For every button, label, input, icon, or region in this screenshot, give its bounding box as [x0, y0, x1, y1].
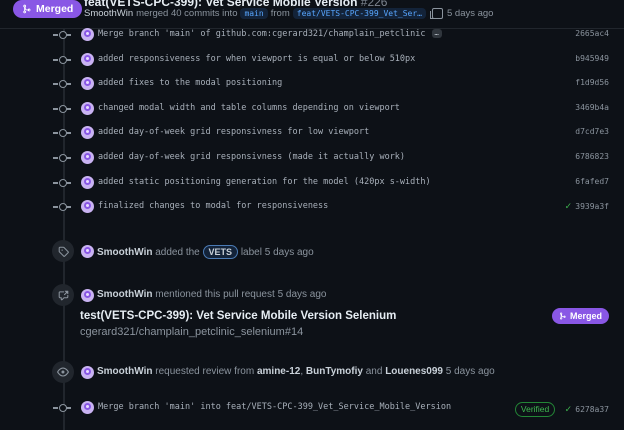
head-branch-link[interactable]: feat/VETS-CPC-399_Vet_Ser… — [292, 8, 426, 19]
avatar[interactable] — [81, 200, 94, 213]
git-commit-icon — [53, 154, 71, 162]
review-request-event: SmoothWin requested review from amine-12… — [0, 361, 624, 385]
merge-icon — [559, 312, 566, 320]
git-commit-icon — [53, 203, 71, 211]
commit-message[interactable]: added static positioning generation for … — [98, 177, 431, 187]
event-time[interactable]: 5 days ago — [265, 247, 314, 258]
from-text: from — [270, 8, 290, 19]
event-text: SmoothWin requested review from amine-12… — [97, 366, 495, 377]
expand-commit-button[interactable]: … — [431, 29, 442, 38]
commit-message[interactable]: changed modal width and table columns de… — [98, 103, 400, 113]
commit-sha[interactable]: 3469b4a — [575, 103, 609, 112]
avatar[interactable] — [81, 401, 94, 414]
commit-sha[interactable]: 6786823 — [575, 152, 609, 161]
commit-row: added static positioning generation for … — [0, 171, 624, 195]
git-commit-icon — [53, 80, 71, 88]
commit-row: finalized changes to modal for responsiv… — [0, 195, 624, 219]
avatar[interactable] — [81, 366, 94, 379]
git-commit-icon — [53, 129, 71, 137]
event-time[interactable]: 5 days ago — [446, 366, 495, 377]
commit-message[interactable]: Merge branch 'main' of github.com:cgerar… — [98, 29, 442, 39]
commit-row: added fixes to the modal positioning f1d… — [0, 72, 624, 96]
eye-icon — [52, 361, 74, 383]
git-commit-icon — [53, 31, 71, 39]
label-badge[interactable]: VETS — [202, 245, 239, 259]
avatar[interactable] — [81, 176, 94, 189]
avatar[interactable] — [81, 151, 94, 164]
referenced-pr-title[interactable]: test(VETS-CPC-399): Vet Service Mobile V… — [80, 310, 396, 322]
pr-meta: SmoothWin merged 40 commits into main fr… — [84, 8, 493, 19]
avatar[interactable] — [81, 126, 94, 139]
commit-row: added responsiveness for when viewport i… — [0, 48, 624, 72]
commit-message[interactable]: finalized changes to modal for responsiv… — [98, 201, 328, 211]
commit-sha[interactable]: b945949 — [575, 54, 609, 63]
git-commit-icon — [53, 105, 71, 113]
verified-badge[interactable]: Verified — [514, 402, 556, 417]
referenced-pr-status: Merged — [551, 308, 609, 324]
commit-row: Merge branch 'main' of github.com:cgerar… — [0, 23, 624, 47]
commit-row: added day-of-week grid responsivness for… — [0, 121, 624, 145]
commit-row: added day-of-week grid responsivness (ma… — [0, 146, 624, 170]
commit-sha[interactable]: ✓ 3939a3f — [565, 201, 609, 212]
check-icon[interactable]: ✓ — [565, 201, 571, 212]
commit-row: changed modal width and table columns de… — [0, 97, 624, 121]
merge-icon — [23, 4, 31, 14]
avatar[interactable] — [81, 53, 94, 66]
merge-text: merged 40 commits into — [136, 8, 238, 19]
reviewer-link[interactable]: Louenes099 — [385, 366, 443, 377]
copy-icon[interactable] — [429, 8, 443, 19]
commit-message[interactable]: added responsiveness for when viewport i… — [98, 54, 415, 64]
pr-author-link[interactable]: SmoothWin — [84, 8, 133, 19]
commit-sha[interactable]: f1d9d56 — [575, 78, 609, 87]
commit-sha[interactable]: 2665ac4 — [575, 29, 609, 38]
check-icon[interactable]: ✓ — [565, 404, 571, 415]
cross-reference-event: SmoothWin mentioned this pull request 5 … — [0, 284, 624, 344]
git-commit-icon — [53, 56, 71, 64]
event-time[interactable]: 5 days ago — [278, 289, 327, 300]
merged-status-badge: Merged — [13, 0, 83, 18]
commit-sha[interactable]: Verified ✓ 6278a37 — [514, 402, 609, 417]
event-text: SmoothWin added the VETS label 5 days ag… — [97, 245, 314, 259]
actor-link[interactable]: SmoothWin — [97, 366, 152, 377]
git-commit-icon — [53, 404, 71, 412]
cross-reference-icon — [52, 284, 74, 306]
base-branch-link[interactable]: main — [240, 8, 268, 19]
commit-sha[interactable]: d7cd7e3 — [575, 127, 609, 136]
commit-sha[interactable]: 6fafed7 — [575, 177, 609, 186]
avatar[interactable] — [81, 77, 94, 90]
avatar[interactable] — [81, 102, 94, 115]
commit-row: Merge branch 'main' into feat/VETS-CPC-3… — [0, 396, 624, 420]
event-text: SmoothWin mentioned this pull request 5 … — [97, 289, 327, 300]
commit-message[interactable]: added day-of-week grid responsivness (ma… — [98, 152, 405, 162]
actor-link[interactable]: SmoothWin — [97, 289, 152, 300]
tag-icon — [52, 240, 74, 262]
label-event: SmoothWin added the VETS label 5 days ag… — [0, 240, 624, 264]
commit-message[interactable]: added fixes to the modal positioning — [98, 78, 282, 88]
reviewer-link[interactable]: BunTymofiy — [306, 366, 363, 377]
reviewer-link[interactable]: amine-12 — [257, 366, 300, 377]
commit-message[interactable]: added day-of-week grid responsivness for… — [98, 127, 369, 137]
avatar[interactable] — [81, 289, 94, 302]
referenced-pr-repo[interactable]: cgerard321/champlain_petclinic_selenium#… — [80, 326, 303, 338]
commit-message[interactable]: Merge branch 'main' into feat/VETS-CPC-3… — [98, 402, 451, 412]
merged-status-label: Merged — [36, 3, 74, 15]
avatar[interactable] — [81, 28, 94, 41]
actor-link[interactable]: SmoothWin — [97, 247, 152, 258]
pr-time[interactable]: 5 days ago — [447, 8, 493, 19]
avatar[interactable] — [81, 245, 94, 258]
git-commit-icon — [53, 179, 71, 187]
